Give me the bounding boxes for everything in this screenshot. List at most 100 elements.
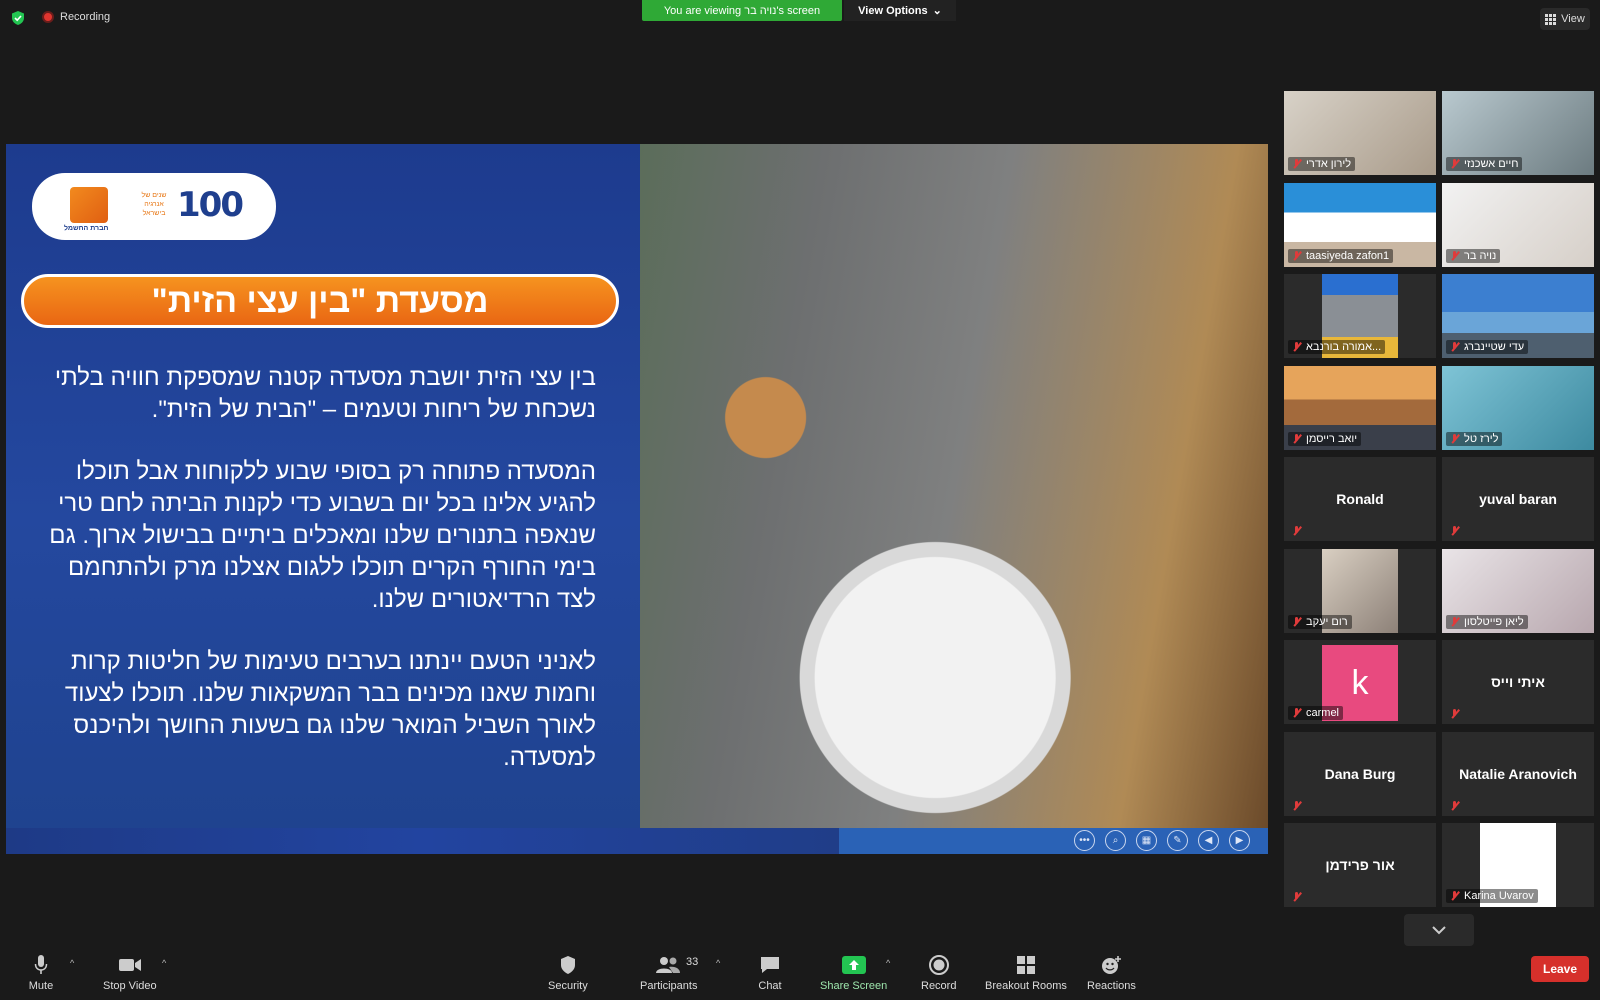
muted-mic-icon (1450, 616, 1459, 627)
participant-name: חיים אשכנזי (1464, 158, 1519, 170)
participant-name-display: yuval baran (1479, 491, 1557, 507)
participant-tile[interactable]: יואב רייסמן (1284, 365, 1436, 450)
participant-name: נויה בר (1464, 249, 1497, 262)
slide-body-text: בין עצי הזית יושבת מסעדה קטנה שמספקת חוו… (36, 362, 596, 804)
participant-tile[interactable]: ליאן פייטלסון (1442, 548, 1594, 633)
participant-label: אמורה בורנבא... (1288, 340, 1386, 354)
iec-logo-mark-icon (70, 187, 108, 223)
reactions-button[interactable]: Reactions (1087, 954, 1136, 992)
muted-mic-icon (1292, 526, 1301, 536)
slide-title: מסעדת "בין עצי הזית" (151, 281, 489, 320)
recording-indicator[interactable]: Recording (42, 11, 110, 23)
share-screen-icon (841, 954, 867, 976)
participant-tile[interactable]: לירז טל (1442, 365, 1594, 450)
participant-tile[interactable]: נויה בר (1442, 182, 1594, 267)
participant-name: לירון אדרי (1306, 158, 1352, 170)
muted-mic-icon (1292, 159, 1301, 169)
participant-label (1446, 708, 1463, 720)
participants-label: Participants (640, 980, 698, 992)
record-button[interactable]: Record (921, 954, 956, 992)
participant-tile[interactable]: taasiyeda zafon1 (1284, 182, 1436, 267)
participant-tile[interactable]: yuval baran (1442, 457, 1594, 541)
view-options-button[interactable]: View Options ⌄ (844, 0, 956, 21)
participant-label (1446, 800, 1463, 812)
participant-name: ליאן פייטלסון (1464, 615, 1524, 628)
meeting-toolbar: Mute ^ Stop Video ^ Security Participant… (0, 946, 1600, 1000)
recording-dot-icon (42, 11, 54, 23)
participant-tile[interactable]: רום יעקב (1284, 548, 1436, 633)
reactions-label: Reactions (1087, 980, 1136, 992)
breakout-rooms-button[interactable]: Breakout Rooms (985, 954, 1067, 992)
slide-paragraph: המסעדה פתוחה רק בסופי שבוע ללקוחות אבל ת… (49, 458, 596, 613)
logo-company-text: חברת החשמל (64, 225, 109, 232)
participant-tile[interactable]: אמורה בורנבא... (1284, 274, 1436, 358)
muted-mic-icon (1450, 433, 1459, 444)
muted-mic-icon (1450, 159, 1459, 169)
participant-tile[interactable]: Karina Uvarov (1442, 823, 1594, 907)
gallery-scroll-down-button[interactable] (1404, 914, 1474, 946)
zoom-icon[interactable]: ⌕ (1105, 830, 1126, 851)
participant-label: לירון אדרי (1288, 157, 1356, 171)
participant-name: אמורה בורנבא... (1306, 341, 1382, 353)
participants-options-caret-icon[interactable]: ^ (716, 958, 720, 968)
participant-tile[interactable]: Natalie Aranovich (1442, 731, 1594, 816)
breakout-rooms-label: Breakout Rooms (985, 980, 1067, 992)
shared-screen-slide[interactable]: חברת החשמל שנים של אנרגיה בישראל 100 מסע… (6, 144, 1268, 854)
participants-icon (655, 954, 682, 976)
mute-button[interactable]: Mute (28, 954, 54, 992)
slide-paragraph: לאניני הטעם יינתנו בערבים טעימות של חליט… (64, 648, 596, 771)
slide-controls: ••• ⌕ ▦ ✎ ◀ ▶ (1074, 830, 1250, 851)
stop-video-button[interactable]: Stop Video (103, 954, 157, 992)
video-camera-icon (117, 954, 143, 976)
participant-label (1288, 525, 1305, 537)
grid-view-icon (1545, 13, 1557, 25)
mute-options-caret-icon[interactable]: ^ (70, 958, 74, 968)
muted-mic-icon (1292, 250, 1301, 261)
participant-tile[interactable]: k carmel (1284, 640, 1436, 724)
participant-tile[interactable]: Ronald (1284, 457, 1436, 541)
previous-slide-icon[interactable]: ◀ (1198, 830, 1219, 851)
logo-number: 100 (177, 185, 244, 225)
share-screen-label: Share Screen (820, 980, 888, 992)
security-button[interactable]: Security (548, 954, 588, 992)
security-shield-icon[interactable] (10, 10, 26, 26)
slide-text-panel: חברת החשמל שנים של אנרגיה בישראל 100 מסע… (6, 144, 640, 828)
muted-mic-icon (1450, 526, 1459, 536)
video-options-caret-icon[interactable]: ^ (162, 958, 166, 968)
view-button[interactable]: View (1540, 8, 1590, 30)
pen-icon[interactable]: ✎ (1167, 830, 1188, 851)
participant-label: עדי שטיינברג (1446, 340, 1529, 354)
slide-paragraph: בין עצי הזית יושבת מסעדה קטנה שמספקת חוו… (54, 364, 596, 423)
record-icon (926, 954, 952, 976)
participant-name: taasiyeda zafon1 (1306, 249, 1390, 262)
participant-tile[interactable]: אור פרידמן (1284, 823, 1436, 907)
muted-mic-icon (1292, 433, 1301, 444)
participant-name: carmel (1306, 707, 1340, 719)
slides-overview-icon[interactable]: ▦ (1136, 830, 1157, 851)
participant-tile[interactable]: חיים אשכנזי (1442, 91, 1594, 175)
muted-mic-icon (1292, 342, 1301, 352)
participant-tile[interactable]: Dana Burg (1284, 731, 1436, 816)
participant-name-display: אור פרידמן (1325, 857, 1395, 873)
smiley-icon (1098, 954, 1124, 976)
participant-name: יואב רייסמן (1306, 432, 1358, 445)
participant-name: לירז טל (1464, 432, 1499, 445)
share-options-caret-icon[interactable]: ^ (886, 958, 890, 968)
participant-tile[interactable]: עדי שטיינברג (1442, 274, 1594, 358)
slide-title-banner: מסעדת "בין עצי הזית" (21, 274, 619, 328)
breakout-rooms-icon (1013, 954, 1039, 976)
next-slide-icon[interactable]: ▶ (1229, 830, 1250, 851)
more-options-icon[interactable]: ••• (1074, 830, 1095, 851)
chat-bubble-icon (757, 954, 783, 976)
leave-button[interactable]: Leave (1531, 956, 1589, 982)
share-screen-button[interactable]: Share Screen (820, 954, 887, 992)
participant-tile[interactable]: לירון אדרי (1284, 91, 1436, 175)
muted-mic-icon (1292, 708, 1301, 718)
participant-name: רום יעקב (1306, 615, 1348, 628)
participant-label (1288, 891, 1305, 903)
chevron-down-icon: ⌄ (932, 5, 942, 17)
muted-mic-icon (1450, 800, 1459, 811)
viewing-label: You are viewing נויה בר's screen (663, 4, 821, 17)
chat-button[interactable]: Chat (757, 954, 783, 992)
participant-tile[interactable]: איתי וייס (1442, 640, 1594, 724)
